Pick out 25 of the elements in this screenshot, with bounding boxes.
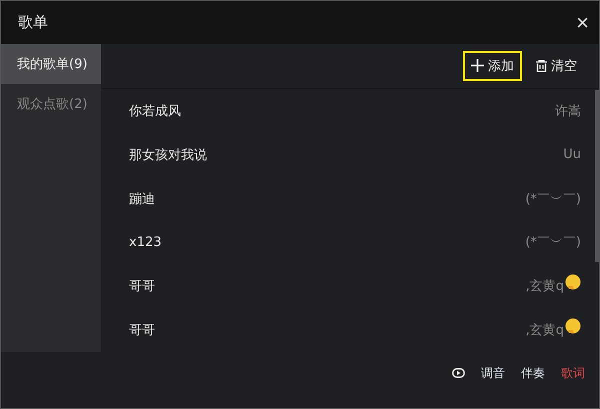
footer-tab[interactable]: 调音 bbox=[481, 364, 505, 382]
add-button[interactable]: 添加 bbox=[463, 50, 522, 81]
singer-name: 许嵩 bbox=[555, 102, 581, 120]
song-title: x123 bbox=[129, 234, 162, 250]
clear-button[interactable]: 清空 bbox=[528, 50, 585, 81]
singer-name: (*￣︶￣) bbox=[525, 234, 581, 252]
play-icon[interactable] bbox=[452, 368, 465, 378]
scrollbar-thumb[interactable] bbox=[595, 90, 599, 262]
singer-name: Uu bbox=[563, 147, 581, 162]
plus-icon bbox=[471, 59, 484, 72]
song-title: 哥哥 bbox=[129, 322, 155, 340]
footer-tab[interactable]: 伴奏 bbox=[521, 364, 545, 382]
singer-name: ,玄黄q bbox=[526, 277, 581, 296]
close-button[interactable]: × bbox=[576, 10, 589, 36]
song-title: 蹦迪 bbox=[129, 190, 155, 208]
song-title: 那女孩对我说 bbox=[129, 146, 207, 164]
trash-icon bbox=[536, 60, 547, 72]
singer-name: ,玄黄q bbox=[526, 321, 581, 340]
sidebar-item[interactable]: 我的歌单(9) bbox=[1, 44, 101, 84]
song-title: 哥哥 bbox=[129, 278, 155, 296]
window-title: 歌单 bbox=[18, 13, 48, 32]
song-title: 你若成风 bbox=[129, 102, 181, 120]
sidebar-item[interactable]: 观众点歌(2) bbox=[1, 84, 101, 124]
footer-tab[interactable]: 歌词 bbox=[561, 364, 585, 382]
singer-name: (*￣︶￣) bbox=[525, 190, 581, 208]
